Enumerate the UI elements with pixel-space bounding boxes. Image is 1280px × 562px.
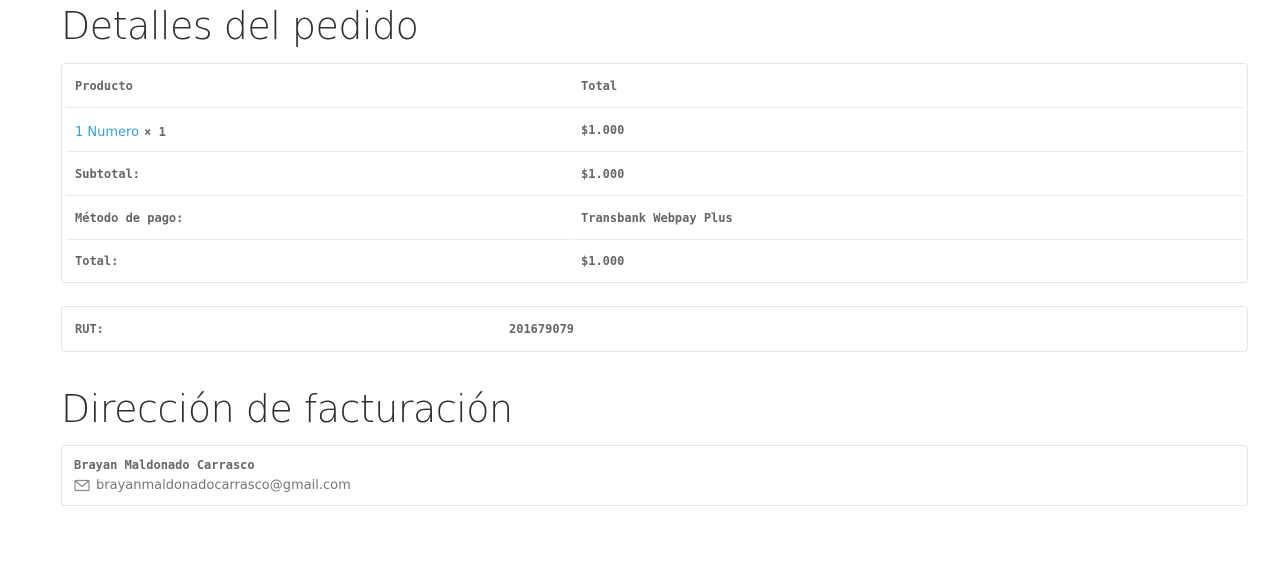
billing-address-box: Brayan Maldonado Carrasco brayanmaldonad… [61,445,1248,506]
table-row: Subtotal: $1.000 [66,152,1244,196]
table-row: Método de pago: Transbank Webpay Plus [66,196,1244,240]
product-cell: 1 Numero × 1 [75,121,166,140]
subtotal-label: Subtotal: [75,167,141,181]
billing-email: brayanmaldonadocarrasco@gmail.com [96,478,351,493]
order-details-heading: Detalles del pedido [61,4,419,48]
column-divider [572,64,574,107]
rut-box: RUT: 201679079 [61,306,1248,352]
column-divider [572,152,574,195]
product-link[interactable]: 1 Numero [75,125,139,140]
header-product: Producto [75,79,133,93]
table-header-row: Producto Total [66,64,1244,108]
rut-label: RUT: [75,322,104,336]
subtotal-value: $1.000 [581,167,625,181]
payment-method-label: Método de pago: [75,211,184,225]
column-divider [572,108,574,151]
rut-value: 201679079 [509,322,575,336]
billing-name: Brayan Maldonado Carrasco [74,458,255,472]
product-total: $1.000 [581,123,625,137]
table-row: 1 Numero × 1 $1.000 [66,108,1244,152]
billing-address-heading: Dirección de facturación [61,387,513,431]
column-divider [572,196,574,239]
product-quantity: × 1 [144,125,166,139]
header-total: Total [581,79,618,93]
order-details-table: Producto Total 1 Numero × 1 $1.000 Subto… [61,63,1248,283]
table-row: Total: $1.000 [66,239,1244,282]
total-label: Total: [75,254,119,268]
column-divider [572,239,574,282]
total-value: $1.000 [581,254,625,268]
billing-email-row: brayanmaldonadocarrasco@gmail.com [74,478,351,493]
payment-method-value: Transbank Webpay Plus [581,211,733,225]
envelope-icon [74,479,90,492]
